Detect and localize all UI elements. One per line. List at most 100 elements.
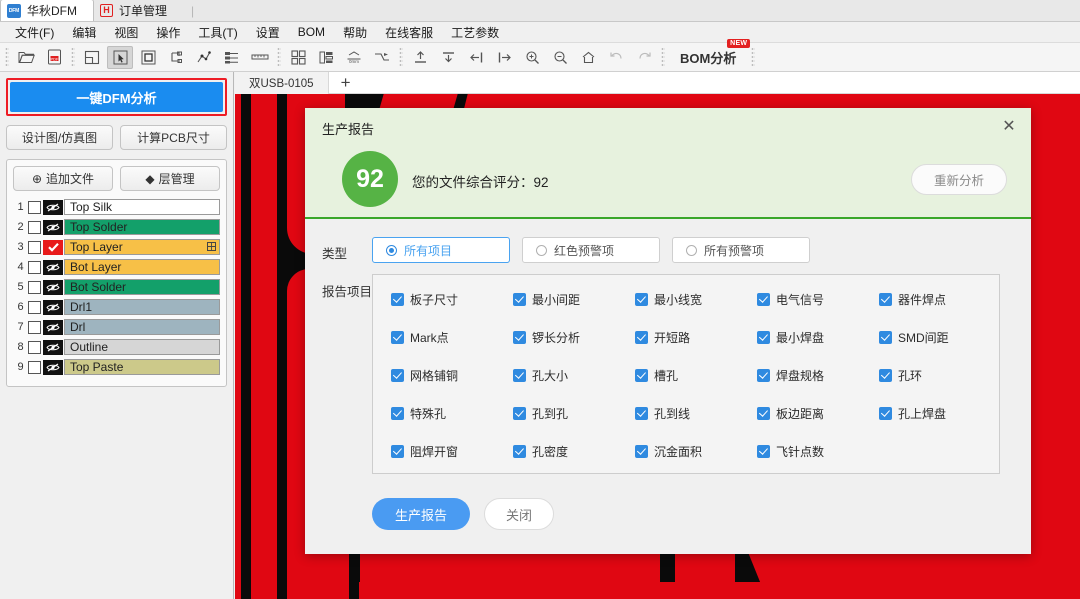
layer-manage-button[interactable]: ◆ 层管理 [120,166,220,191]
menu-item-bom[interactable]: BOM [289,23,334,41]
bom-list-icon[interactable] [313,46,339,69]
layer-name[interactable]: Outline [64,339,220,355]
layer-row[interactable]: 3 Top Layer [13,238,220,256]
add-document-tab-button[interactable]: + [329,72,363,94]
reanalyze-button[interactable]: 重新分析 [911,164,1007,195]
checkbox-item[interactable]: 锣长分析 [513,329,635,346]
checkbox-item[interactable]: 网格铺铜 [391,367,513,384]
zoom-in-icon[interactable] [519,46,545,69]
menu-item-help[interactable]: 帮助 [334,22,376,43]
checkbox-item[interactable]: 孔到线 [635,405,757,422]
checkbox-icon[interactable] [757,331,770,344]
radio-red-warnings[interactable]: 红色预警项 [522,237,660,263]
checkbox-icon[interactable] [391,445,404,458]
layer-select-checkbox[interactable] [28,341,41,354]
close-icon[interactable]: ✕ [999,116,1019,136]
checkbox-item[interactable]: 开短路 [635,329,757,346]
checkbox-icon[interactable] [757,445,770,458]
layer-select-checkbox[interactable] [28,281,41,294]
rectangle-select-icon[interactable] [135,46,161,69]
layer-name[interactable]: Bot Layer [64,259,220,275]
checkbox-icon[interactable] [635,445,648,458]
select-cursor-icon[interactable] [107,46,133,69]
undo-icon[interactable] [603,46,629,69]
menu-item-file[interactable]: 文件(F) [6,22,63,43]
checkbox-icon[interactable] [513,407,526,420]
checkbox-item[interactable]: Mark点 [391,329,513,346]
checkbox-item[interactable]: 板子尺寸 [391,291,513,308]
menu-item-settings[interactable]: 设置 [247,22,289,43]
checkbox-item[interactable]: 板边距离 [757,405,879,422]
checkbox-item[interactable]: SMD间距 [879,329,1001,346]
layer-select-checkbox[interactable] [28,301,41,314]
checkbox-icon[interactable] [757,407,770,420]
layer-name[interactable]: Top Solder [64,219,220,235]
open-folder-icon[interactable] [13,46,39,69]
layer-visibility-icon[interactable] [43,240,63,255]
layer-name[interactable]: Top Paste [64,359,220,375]
checkbox-icon[interactable] [391,293,404,306]
checkbox-icon[interactable] [757,369,770,382]
bom-analysis-button[interactable]: BOM分析 NEW [674,46,742,69]
checkbox-icon[interactable] [391,369,404,382]
layer-visibility-icon[interactable] [43,300,63,315]
layer-select-checkbox[interactable] [28,241,41,254]
close-button[interactable]: 关闭 [484,498,554,530]
checkbox-icon[interactable] [635,369,648,382]
layer-name[interactable]: Drl [64,319,220,335]
layer-row[interactable]: 5 Bot Solder [13,278,220,296]
menu-item-tools[interactable]: 工具(T) [189,22,246,43]
layer-row[interactable]: 2 Top Solder [13,218,220,236]
checkbox-item[interactable]: 孔环 [879,367,1001,384]
checkbox-icon[interactable] [635,331,648,344]
home-icon[interactable] [575,46,601,69]
calc-pcb-size-button[interactable]: 计算PCB尺寸 [120,125,227,150]
layer-visibility-icon[interactable] [43,220,63,235]
checkbox-item[interactable]: 最小线宽 [635,291,757,308]
measure-shape-icon[interactable] [163,46,189,69]
layer-select-checkbox[interactable] [28,201,41,214]
panelize-icon[interactable] [285,46,311,69]
panel-layout-icon[interactable] [79,46,105,69]
generate-report-button[interactable]: 生产报告 [372,498,470,530]
menu-item-view[interactable]: 视图 [105,22,147,43]
layer-visibility-icon[interactable] [43,260,63,275]
layer-select-checkbox[interactable] [28,321,41,334]
layer-visibility-icon[interactable] [43,340,63,355]
layer-visibility-icon[interactable] [43,280,63,295]
layer-row[interactable]: 7 Drl [13,318,220,336]
checkbox-item[interactable]: 孔到孔 [513,405,635,422]
layer-row[interactable]: 8 Outline [13,338,220,356]
checkbox-item[interactable]: 焊盘规格 [757,367,879,384]
layer-name[interactable]: Top Silk [64,199,220,215]
layer-select-checkbox[interactable] [28,221,41,234]
align-left-icon[interactable] [463,46,489,69]
menu-item-process[interactable]: 工艺参数 [442,22,508,43]
checkbox-icon[interactable] [513,331,526,344]
layer-row[interactable]: 6 Drl1 [13,298,220,316]
ruler-icon[interactable] [247,46,273,69]
layer-visibility-icon[interactable] [43,320,63,335]
align-right-icon[interactable] [491,46,517,69]
checkbox-icon[interactable] [513,369,526,382]
layer-name[interactable]: Bot Solder [64,279,220,295]
save-pdf-icon[interactable]: PDF [41,46,67,69]
checkbox-icon[interactable] [879,293,892,306]
menu-item-support[interactable]: 在线客服 [376,22,442,43]
checkbox-item[interactable]: 最小焊盘 [757,329,879,346]
checkbox-icon[interactable] [391,407,404,420]
design-sim-button[interactable]: 设计图/仿真图 [6,125,113,150]
checkbox-item[interactable]: 电气信号 [757,291,879,308]
checkbox-item[interactable]: 槽孔 [635,367,757,384]
checkbox-item[interactable]: 孔大小 [513,367,635,384]
app-tab-orders[interactable]: H 订单管理 [94,0,183,21]
route-icon[interactable] [369,46,395,69]
checkbox-icon[interactable] [879,407,892,420]
checkbox-item[interactable]: 阻焊开窗 [391,443,513,460]
checkbox-item[interactable]: 沉金面积 [635,443,757,460]
layer-row[interactable]: 1 Top Silk [13,198,220,216]
align-bottom-icon[interactable] [435,46,461,69]
radio-all-items[interactable]: 所有项目 [372,237,510,263]
app-tab-dfm[interactable]: DFM 华秋DFM [0,0,94,21]
checkbox-item[interactable]: 器件焊点 [879,291,1001,308]
